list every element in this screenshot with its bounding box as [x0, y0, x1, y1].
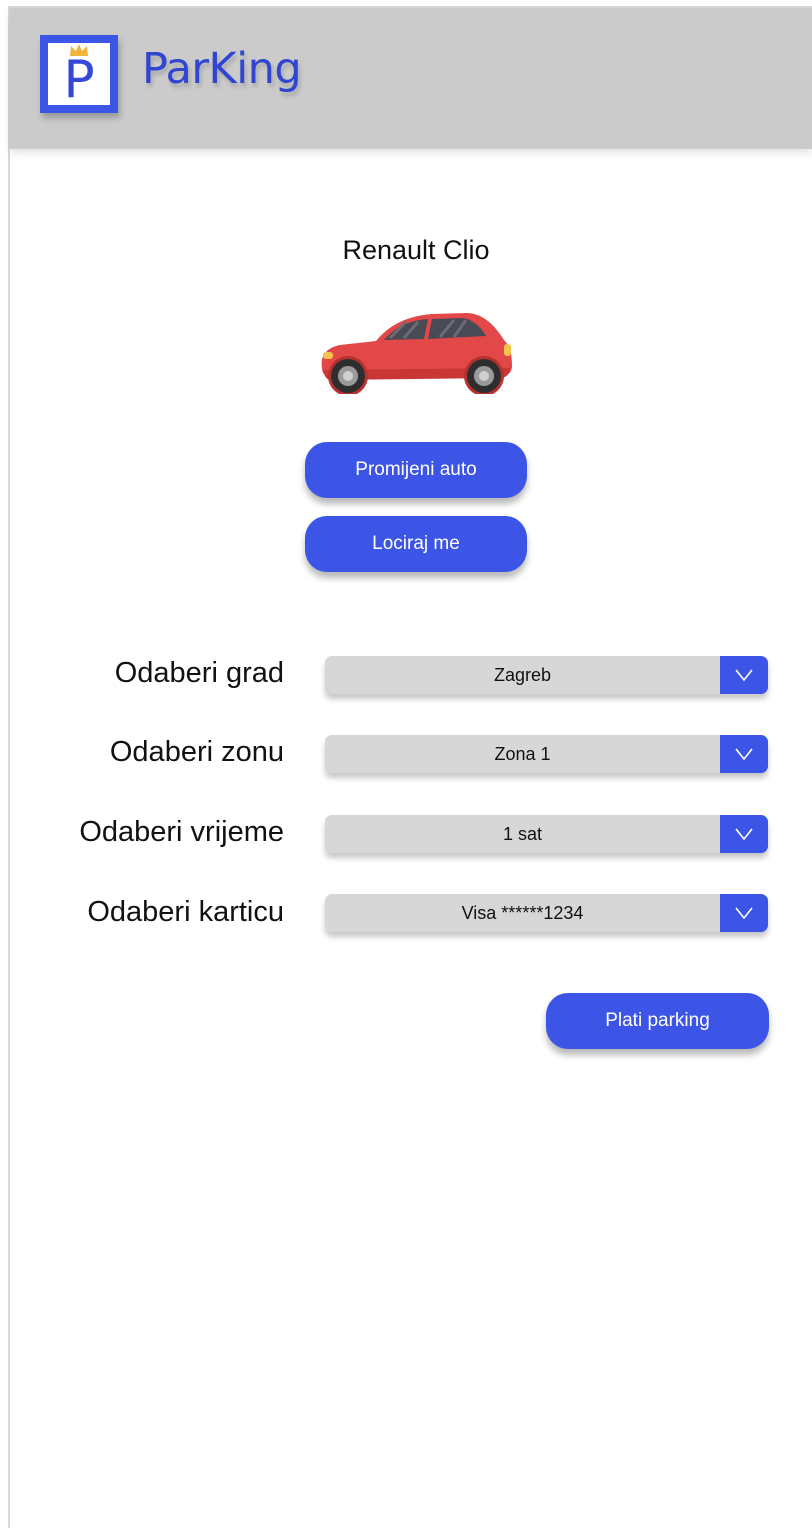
app-title: ParKing [142, 44, 302, 94]
card-label: Odaberi karticu [87, 896, 284, 928]
time-label: Odaberi vrijeme [79, 816, 284, 848]
chevron-down-icon[interactable] [720, 894, 768, 932]
crown-icon [70, 44, 88, 56]
red-hatchback-car-icon [321, 313, 512, 394]
change-car-button[interactable]: Promijeni auto [305, 442, 527, 498]
card-select[interactable]: Visa ******1234 [325, 894, 768, 932]
car-name: Renault Clio [342, 235, 490, 265]
chevron-down-icon[interactable] [720, 656, 768, 694]
zone-select[interactable]: Zona 1 [325, 735, 768, 773]
city-select[interactable]: Zagreb [325, 656, 768, 694]
chevron-down-icon[interactable] [720, 815, 768, 853]
card-select-value: Visa ******1234 [461, 903, 584, 923]
city-select-value: Zagreb [493, 665, 552, 685]
pay-parking-button[interactable]: Plati parking [546, 993, 769, 1049]
zone-label: Odaberi zonu [109, 736, 284, 768]
city-label: Odaberi grad [114, 657, 284, 689]
locate-me-button[interactable]: Lociraj me [305, 516, 527, 572]
zone-select-value: Zona 1 [494, 744, 551, 764]
app-header [10, 8, 812, 149]
time-select-value: 1 sat [502, 824, 543, 844]
chevron-down-icon[interactable] [720, 735, 768, 773]
time-select[interactable]: 1 sat [325, 815, 768, 853]
